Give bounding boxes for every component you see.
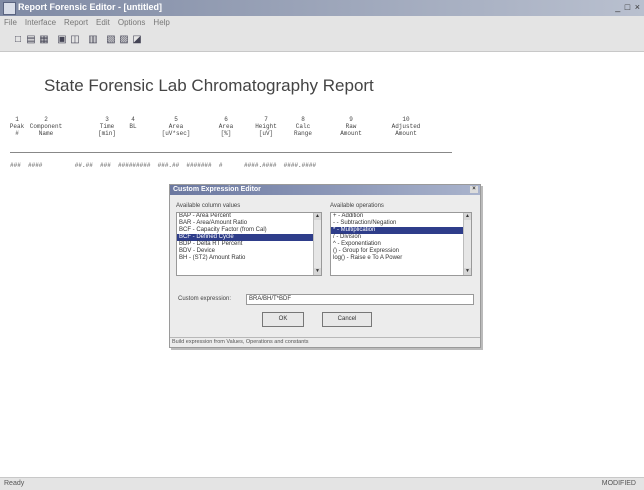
expression-label: Custom expression: bbox=[178, 296, 232, 302]
list-item[interactable]: BAR - Area/Amount Ratio bbox=[177, 220, 321, 227]
save-icon[interactable]: ▦ bbox=[38, 34, 50, 46]
column-header[interactable]: 1 Peak # bbox=[8, 116, 26, 137]
column-header[interactable]: 8 Calc Range bbox=[290, 116, 316, 137]
column-header[interactable]: 3 Time [min] bbox=[94, 116, 120, 137]
expression-input[interactable]: BRA/BH/T*BDF bbox=[246, 294, 474, 305]
dialog-title-bar: Custom Expression Editor × bbox=[170, 185, 480, 195]
menu-bar: File Interface Report Edit Options Help bbox=[0, 16, 644, 30]
menu-interface[interactable]: Interface bbox=[21, 16, 60, 27]
list-item[interactable]: + - Addition bbox=[331, 213, 471, 220]
menu-options[interactable]: Options bbox=[114, 16, 150, 27]
preview-icon[interactable]: ◫ bbox=[69, 34, 81, 46]
operations-list[interactable]: + - Addition - - Subtraction/Negation * … bbox=[330, 212, 472, 276]
custom-expression-dialog: Custom Expression Editor × Available col… bbox=[169, 184, 481, 348]
table-row[interactable]: ### #### ##.## ### ######### ###.## ####… bbox=[10, 162, 316, 169]
list-item[interactable]: () - Group for Expression bbox=[331, 248, 471, 255]
properties-icon[interactable]: ▥ bbox=[87, 34, 99, 46]
ok-button[interactable]: OK bbox=[262, 312, 304, 327]
list-item[interactable]: - - Subtraction/Negation bbox=[331, 220, 471, 227]
window-title: Report Forensic Editor - [untitled] bbox=[18, 2, 162, 12]
scroll-up-icon[interactable]: ▲ bbox=[464, 213, 471, 220]
column-header[interactable]: 9 Raw Amount bbox=[334, 116, 368, 137]
scroll-up-icon[interactable]: ▲ bbox=[314, 213, 321, 220]
list-item-selected[interactable]: * - Multiplication bbox=[331, 227, 471, 234]
graph-icon[interactable]: ◪ bbox=[131, 34, 143, 46]
list-item[interactable]: / - Division bbox=[331, 234, 471, 241]
values-label: Available column values bbox=[176, 203, 241, 209]
list-item[interactable]: log() - Raise e To A Power bbox=[331, 255, 471, 262]
status-text: Ready bbox=[4, 480, 25, 487]
column-header[interactable]: 2 Component Name bbox=[26, 116, 66, 137]
column-header[interactable]: 10 Adjusted Amount bbox=[380, 116, 432, 137]
values-scrollbar[interactable]: ▲ ▼ bbox=[313, 213, 321, 275]
open-icon[interactable]: ▤ bbox=[25, 34, 37, 46]
values-list[interactable]: BAP - Area Percent BAR - Area/Amount Rat… bbox=[176, 212, 322, 276]
menu-report[interactable]: Report bbox=[60, 16, 92, 27]
list-item[interactable]: BCF - Capacity Factor (from Cal) bbox=[177, 227, 321, 234]
title-bar: Report Forensic Editor - [untitled] _ □ … bbox=[0, 0, 644, 16]
new-icon[interactable]: □ bbox=[12, 34, 24, 46]
column-header[interactable]: 6 Area [%] bbox=[212, 116, 240, 137]
list-item[interactable]: BH - (ST2) Amount Ratio bbox=[177, 255, 321, 262]
column-header[interactable]: 5 Area [uV*sec] bbox=[156, 116, 196, 137]
list-item[interactable]: BDP - Delta RT Percent bbox=[177, 241, 321, 248]
insert-icon[interactable]: ▧ bbox=[105, 34, 117, 46]
window-controls[interactable]: _ □ × bbox=[615, 2, 641, 12]
column-header[interactable]: 7 Height [uV] bbox=[248, 116, 284, 137]
list-item[interactable]: BDV - Device bbox=[177, 248, 321, 255]
operations-label: Available operations bbox=[330, 203, 384, 209]
status-bar: Ready MODIFIED bbox=[0, 477, 644, 490]
chart-icon[interactable]: ▨ bbox=[118, 34, 130, 46]
dialog-status-text: Build expression from Values, Operations… bbox=[170, 337, 480, 347]
dialog-title: Custom Expression Editor bbox=[173, 186, 261, 193]
cancel-button[interactable]: Cancel bbox=[322, 312, 372, 327]
menu-help[interactable]: Help bbox=[149, 16, 173, 27]
scroll-down-icon[interactable]: ▼ bbox=[314, 268, 321, 275]
header-divider bbox=[10, 152, 452, 153]
list-item[interactable]: BAP - Area Percent bbox=[177, 213, 321, 220]
report-title: State Forensic Lab Chromatography Report bbox=[44, 76, 374, 95]
close-icon[interactable]: × bbox=[470, 186, 478, 193]
column-header[interactable]: 4 BL bbox=[125, 116, 141, 130]
operations-scrollbar[interactable]: ▲ ▼ bbox=[463, 213, 471, 275]
status-mode: MODIFIED bbox=[601, 480, 636, 487]
print-icon[interactable]: ▣ bbox=[56, 34, 68, 46]
menu-edit[interactable]: Edit bbox=[92, 16, 114, 27]
list-item-selected[interactable]: BCF - Defined Cycle bbox=[177, 234, 321, 241]
list-item[interactable]: ^ - Exponentiation bbox=[331, 241, 471, 248]
menu-file[interactable]: File bbox=[0, 16, 21, 27]
app-icon bbox=[3, 2, 16, 15]
scroll-down-icon[interactable]: ▼ bbox=[464, 268, 471, 275]
toolbar: □ ▤ ▦ ▣ ◫ ▥ ▧ ▨ ◪ bbox=[0, 30, 644, 52]
